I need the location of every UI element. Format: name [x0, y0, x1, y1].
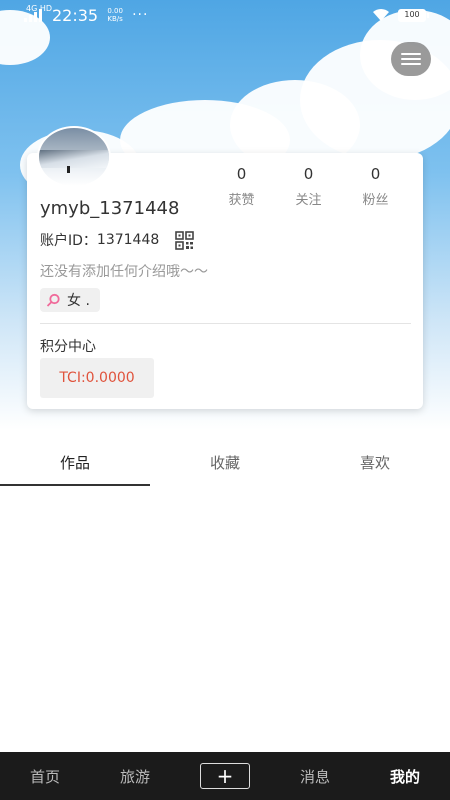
nav-travel[interactable]: 旅游	[90, 766, 180, 787]
nav-me[interactable]: 我的	[360, 766, 450, 787]
stat-label: 粉丝	[362, 193, 389, 208]
qr-code-icon[interactable]	[175, 230, 195, 250]
bottom-nav: 首页 旅游 + 消息 我的	[0, 752, 450, 800]
account-id-label: 账户ID：	[40, 233, 97, 249]
network-speed: 0.00 KB/s	[107, 7, 123, 23]
nav-messages[interactable]: 消息	[270, 766, 360, 787]
account-id-value: 1371448	[96, 232, 160, 248]
avatar[interactable]	[37, 126, 111, 188]
profile-card: 0 获赞 0 关注 0 粉丝 ymyb_1371448 账户ID： 137144…	[27, 126, 423, 409]
stat-likes[interactable]: 0 获赞	[208, 165, 275, 208]
stat-label: 获赞	[228, 193, 255, 208]
stat-value: 0	[236, 165, 247, 183]
stat-following[interactable]: 0 关注	[275, 165, 342, 208]
battery-icon: 100	[398, 8, 429, 22]
tab-likes[interactable]: 喜欢	[300, 442, 450, 486]
stat-followers[interactable]: 0 粉丝	[342, 165, 409, 208]
content-tabs: 作品 收藏 喜欢	[0, 442, 450, 486]
menu-button[interactable]	[391, 42, 431, 76]
female-icon	[46, 293, 60, 307]
network-type: 4G HD	[26, 4, 53, 13]
nav-home[interactable]: 首页	[0, 766, 90, 787]
points-center-title: 积分中心	[40, 339, 96, 355]
profile-intro: 还没有添加任何介绍哦～～	[40, 264, 208, 280]
stat-value: 0	[370, 165, 381, 183]
stat-label: 关注	[295, 193, 322, 208]
stat-value: 0	[303, 165, 314, 183]
stats-row: 0 获赞 0 关注 0 粉丝	[208, 165, 409, 208]
plus-icon: +	[200, 763, 250, 789]
divider	[40, 323, 411, 324]
username: ymyb_1371448	[40, 198, 180, 219]
gender-tag: 女 .	[40, 288, 100, 312]
gender-label: 女 .	[67, 293, 90, 309]
account-id-row: 账户ID： 1371448	[40, 230, 195, 250]
menu-icon	[401, 53, 421, 55]
more-icon: ···	[132, 7, 149, 23]
tab-favorites[interactable]: 收藏	[150, 442, 300, 486]
status-bar: 4G HD 22:35 0.00 KB/s ··· 100	[0, 0, 450, 30]
nav-create[interactable]: +	[180, 763, 270, 789]
tab-works[interactable]: 作品	[0, 442, 150, 486]
clock: 22:35	[52, 5, 99, 25]
wifi-icon	[373, 8, 389, 21]
points-balance[interactable]: TCI:0.0000	[40, 358, 154, 398]
